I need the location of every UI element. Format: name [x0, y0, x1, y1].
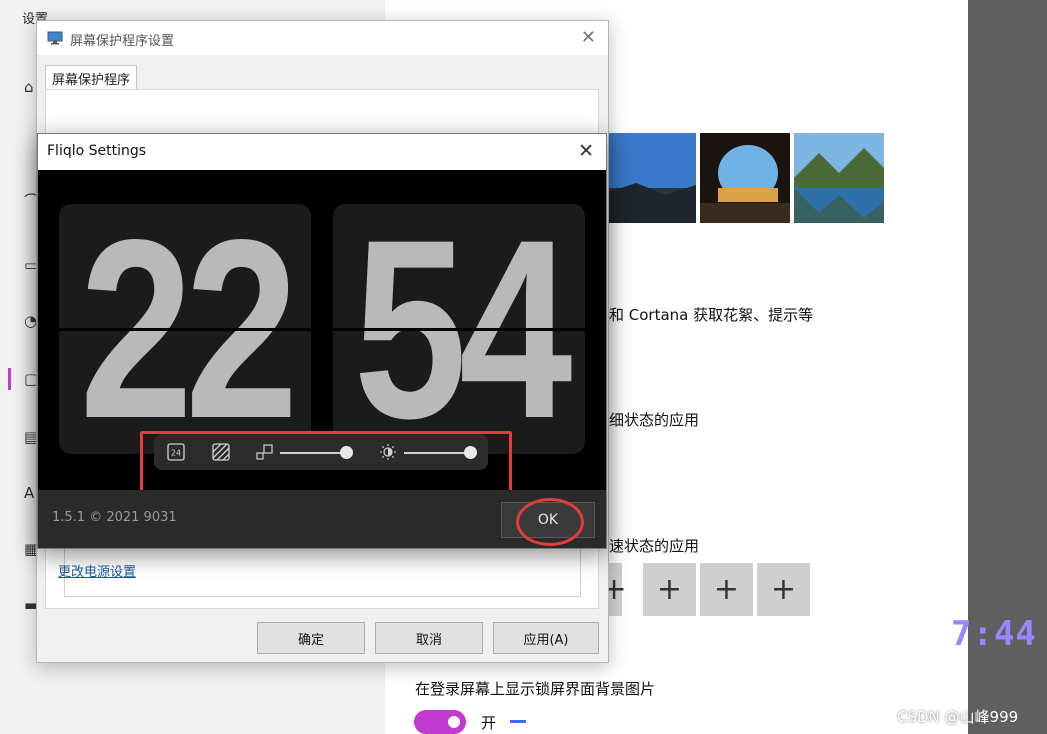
apply-button[interactable]: 应用(A)	[493, 622, 599, 654]
change-power-settings-link[interactable]: 更改电源设置	[58, 561, 136, 580]
desktop-clock: 7:44	[951, 614, 1037, 654]
annotation-highlight-box	[140, 431, 512, 495]
sidebar-selected-indicator	[8, 368, 11, 390]
cortana-tips-text: 和 Cortana 获取花絮、提示等	[609, 306, 814, 324]
fliqlo-settings-dialog: Fliqlo Settings ✕ 22 54 24 1.5.1 © 2021 …	[37, 133, 607, 549]
screensaver-titlebar[interactable]: 屏幕保护程序设置 ✕	[37, 21, 608, 55]
lock-bg-setting-label: 在登录屏幕上显示锁屏界面背景图片	[415, 680, 656, 698]
version-text: 1.5.1 © 2021 9031	[52, 510, 177, 525]
minutes-flip-card: 54	[333, 204, 585, 454]
tab-screensaver[interactable]: 屏幕保护程序	[45, 65, 138, 91]
add-app-button[interactable]: +	[757, 563, 810, 616]
home-icon[interactable]: ⌂	[24, 78, 34, 96]
quick-status-text: 速状态的应用	[609, 537, 700, 555]
flip-split-line	[333, 328, 585, 331]
annotation-circle	[516, 498, 584, 546]
close-icon[interactable]: ✕	[581, 27, 596, 48]
close-icon[interactable]: ✕	[578, 140, 594, 162]
toggle-state-label: 开	[481, 714, 497, 732]
add-app-button[interactable]: +	[700, 563, 753, 616]
detail-status-text: 细状态的应用	[609, 411, 700, 429]
toggle-knob	[448, 716, 460, 728]
flip-split-line	[59, 328, 311, 331]
ok-button[interactable]: 确定	[257, 622, 365, 654]
lockscreen-thumbnail[interactable]	[700, 133, 790, 223]
font-icon[interactable]: A	[24, 484, 34, 502]
lockscreen-thumbnail[interactable]	[794, 133, 884, 223]
screensaver-title: 屏幕保护程序设置	[70, 34, 175, 49]
lockscreen-thumbnail[interactable]	[606, 133, 696, 223]
add-app-button[interactable]: +	[643, 563, 696, 616]
fliqlo-title: Fliqlo Settings	[47, 143, 147, 159]
display-icon	[47, 31, 63, 45]
lock-bg-toggle[interactable]	[414, 710, 466, 734]
hours-flip-card: 22	[59, 204, 311, 454]
watermark: CSDN @山峰999	[897, 708, 1019, 726]
decorative-dash	[510, 720, 526, 723]
cancel-button[interactable]: 取消	[375, 622, 483, 654]
fliqlo-titlebar[interactable]: Fliqlo Settings ✕	[38, 134, 606, 170]
